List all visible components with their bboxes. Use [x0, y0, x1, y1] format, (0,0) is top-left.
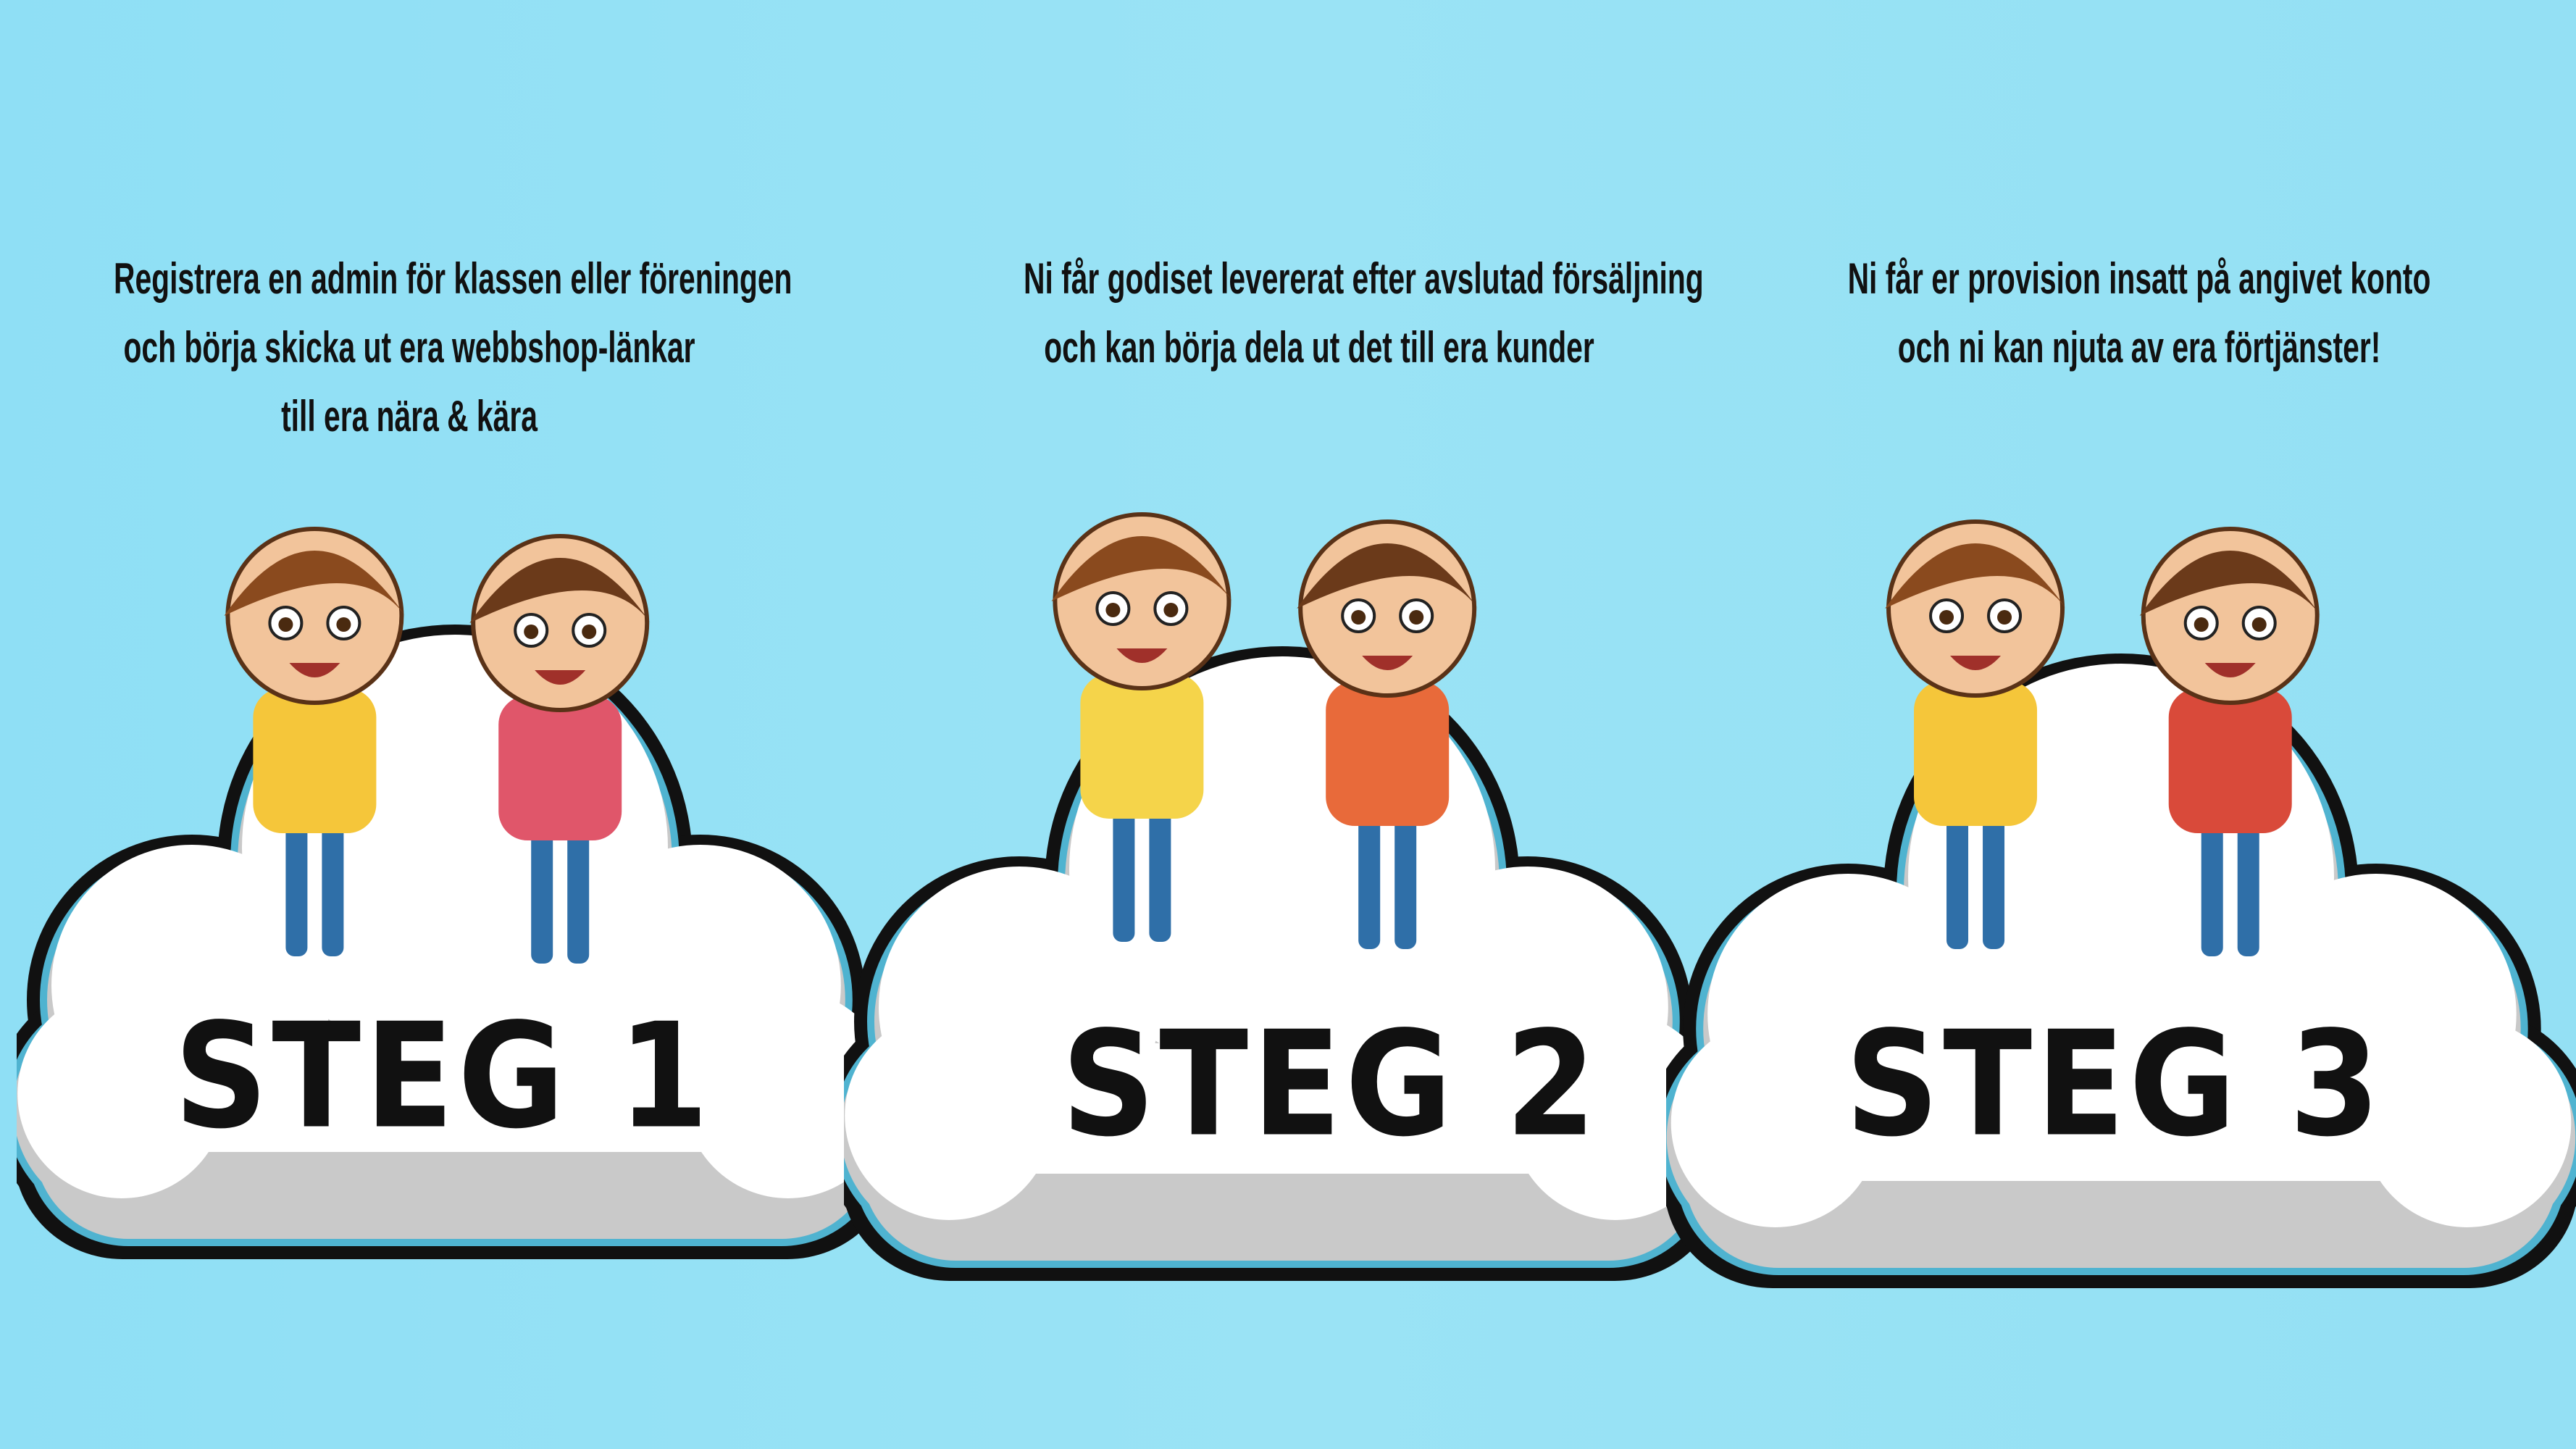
description-line: och börja skicka ut era webbshop-länkar — [123, 323, 695, 372]
step-2-description: Ni får godiset levererat efter avslutad … — [885, 244, 1754, 382]
cloud-shape — [1666, 653, 2576, 1288]
description-line: och kan börja dela ut det till era kunde… — [1044, 323, 1594, 372]
step-2-cloud — [844, 512, 1720, 1281]
cloud-shape — [844, 646, 1720, 1281]
step-1-cloud — [17, 527, 893, 1259]
step-2-label: STEG 2 — [1061, 1000, 1600, 1169]
step-3-description: Ni får er provision insatt på angivet ko… — [1705, 244, 2574, 382]
step-1-description: Registrera en admin för klassen eller fö… — [0, 244, 844, 451]
description-line: Ni får godiset levererat efter avslutad … — [1024, 254, 1704, 303]
step-1-label: STEG 1 — [174, 992, 713, 1161]
description-line: till era nära & kära — [281, 392, 538, 440]
description-line: Registrera en admin för klassen eller fö… — [114, 254, 793, 303]
description-line: och ni kan njuta av era förtjänster! — [1897, 323, 2381, 372]
cloud-shape — [17, 625, 893, 1259]
step-3-cloud — [1666, 519, 2576, 1288]
step-3-label: STEG 3 — [1845, 1000, 2384, 1169]
description-line: Ni får er provision insatt på angivet ko… — [1847, 254, 2431, 303]
